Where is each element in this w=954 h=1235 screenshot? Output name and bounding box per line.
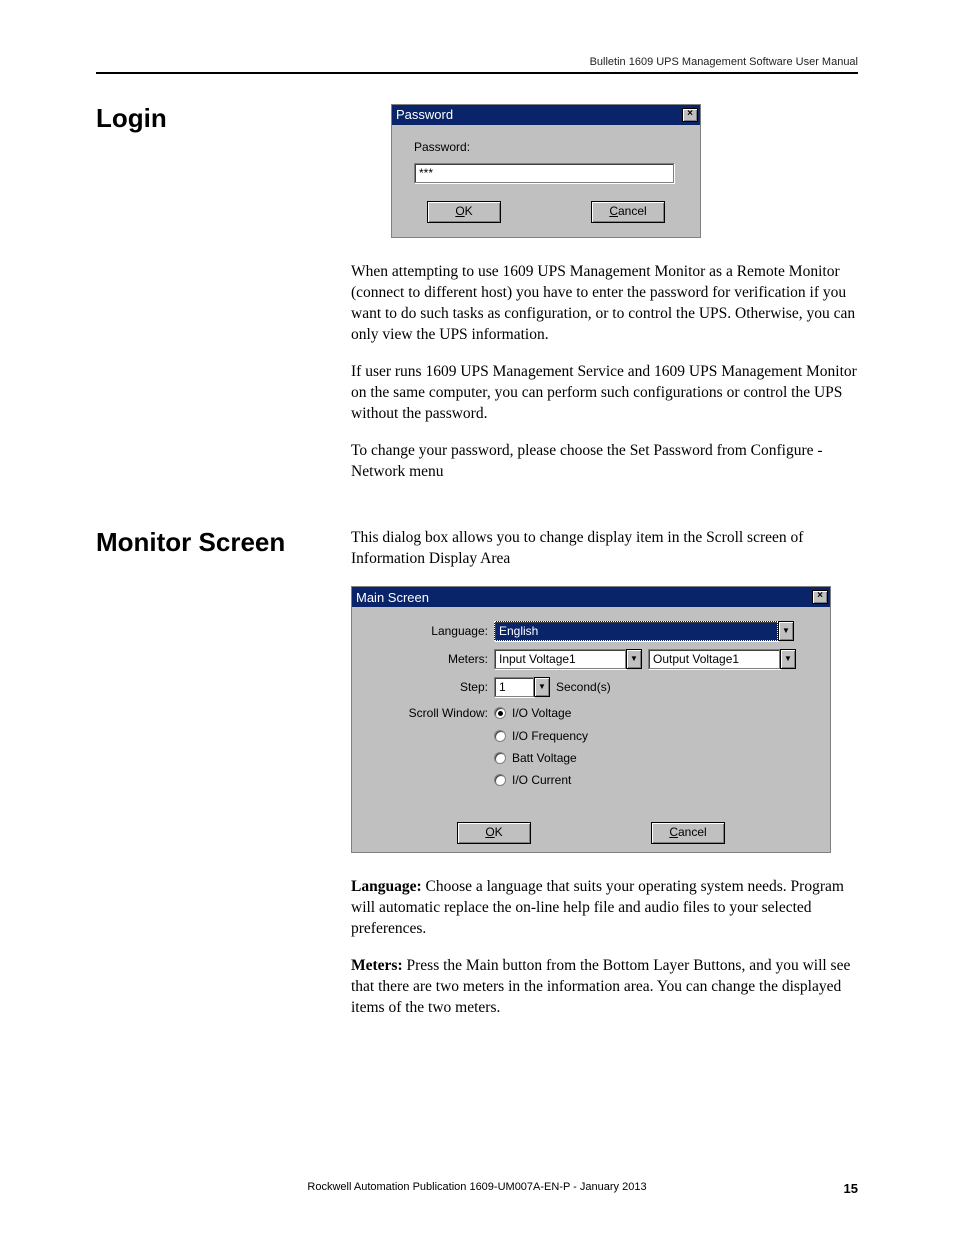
ok-button[interactable]: OK — [457, 822, 531, 844]
meters-label: Meters: — [366, 651, 494, 667]
step-label: Step: — [366, 679, 494, 695]
meter1-select[interactable]: Input Voltage1 ▼ — [494, 649, 642, 669]
page-number: 15 — [844, 1181, 858, 1196]
close-icon[interactable]: × — [812, 590, 828, 604]
ok-button[interactable]: OK — [427, 201, 501, 223]
password-dialog-titlebar: Password × — [392, 105, 700, 125]
radio-icon — [494, 752, 506, 764]
meters-description: Meters: Press the Main button from the B… — [351, 956, 858, 1019]
radio-icon — [494, 730, 506, 742]
login-para-2: If user runs 1609 UPS Management Service… — [351, 362, 858, 425]
scrollwindow-label: Scroll Window: — [366, 705, 494, 721]
chevron-down-icon[interactable]: ▼ — [778, 621, 794, 641]
language-label: Language: — [366, 623, 494, 639]
radio-io-current[interactable]: I/O Current — [494, 772, 588, 788]
cancel-button[interactable]: Cancel — [591, 201, 665, 223]
password-label: Password: — [414, 139, 678, 155]
meter1-value: Input Voltage1 — [494, 649, 626, 669]
login-section: Login Password × Password: *** OK Cancel… — [96, 104, 858, 498]
monitor-heading: Monitor Screen — [96, 528, 351, 1034]
radio-icon — [494, 707, 506, 719]
running-header: Bulletin 1609 UPS Management Software Us… — [96, 56, 858, 72]
login-heading: Login — [96, 104, 351, 498]
login-para-3: To change your password, please choose t… — [351, 441, 858, 483]
monitor-intro: This dialog box allows you to change dis… — [351, 528, 858, 570]
cancel-button[interactable]: Cancel — [651, 822, 725, 844]
publication-id: Rockwell Automation Publication 1609-UM0… — [96, 1181, 858, 1193]
seconds-label: Second(s) — [556, 679, 611, 695]
mainscreen-titlebar: Main Screen × — [352, 587, 830, 607]
mainscreen-title: Main Screen — [356, 589, 429, 607]
header-rule — [96, 72, 858, 74]
language-select[interactable]: English ▼ — [494, 621, 794, 641]
meter2-select[interactable]: Output Voltage1 ▼ — [648, 649, 796, 669]
radio-icon — [494, 774, 506, 786]
password-dialog-title: Password — [396, 106, 453, 124]
chevron-down-icon[interactable]: ▼ — [534, 677, 550, 697]
chevron-down-icon[interactable]: ▼ — [626, 649, 642, 669]
step-value: 1 — [494, 677, 534, 697]
login-para-1: When attempting to use 1609 UPS Manageme… — [351, 262, 858, 346]
mainscreen-dialog: Main Screen × Language: English ▼ Meters… — [351, 586, 831, 853]
radio-batt-voltage[interactable]: Batt Voltage — [494, 750, 588, 766]
language-value: English — [494, 621, 778, 641]
page-footer: Rockwell Automation Publication 1609-UM0… — [96, 1181, 858, 1193]
chevron-down-icon[interactable]: ▼ — [780, 649, 796, 669]
password-dialog: Password × Password: *** OK Cancel — [391, 104, 701, 238]
language-description: Language: Choose a language that suits y… — [351, 877, 858, 940]
close-icon[interactable]: × — [682, 108, 698, 122]
radio-io-frequency[interactable]: I/O Frequency — [494, 728, 588, 744]
meter2-value: Output Voltage1 — [648, 649, 780, 669]
radio-io-voltage[interactable]: I/O Voltage — [494, 705, 588, 721]
step-select[interactable]: 1 ▼ — [494, 677, 550, 697]
monitor-section: Monitor Screen This dialog box allows yo… — [96, 528, 858, 1034]
password-input[interactable]: *** — [414, 163, 674, 183]
